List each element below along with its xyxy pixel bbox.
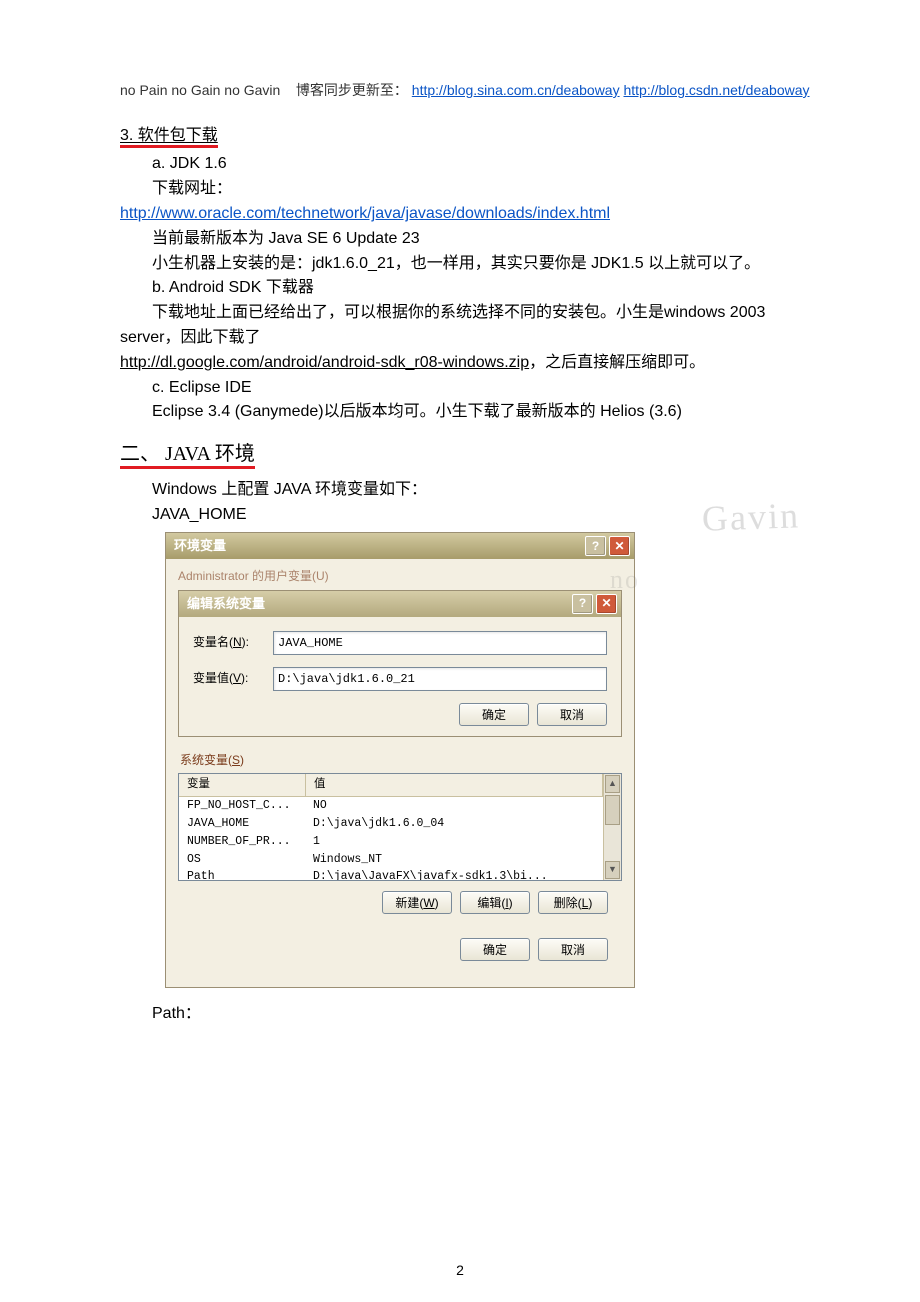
scroll-up-icon[interactable]: ▲ xyxy=(605,775,620,793)
para-current-version: 当前最新版本为 Java SE 6 Update 23 xyxy=(120,227,810,252)
outer-cancel-button[interactable]: 取消 xyxy=(538,938,608,961)
header-link-2[interactable]: http://blog.csdn.net/deaboway xyxy=(623,82,809,98)
item-c: c. Eclipse IDE xyxy=(120,376,810,401)
env-vars-title: 环境变量 xyxy=(174,536,226,556)
table-row[interactable]: PathD:\java\JavaFX\javafx-sdk1.3\bi... xyxy=(179,868,603,880)
system-vars-label: 系统变量(S) xyxy=(180,751,622,770)
close-icon[interactable]: ✕ xyxy=(596,594,617,614)
header-left: no Pain no Gain no Gavin xyxy=(120,82,280,98)
ok-button[interactable]: 确定 xyxy=(459,703,529,726)
new-button[interactable]: 新建(W) xyxy=(382,891,452,914)
section-java-title: 二、 JAVA 环境 xyxy=(120,443,255,469)
edit-sysvar-title: 编辑系统变量 xyxy=(187,594,265,614)
download-label: 下载网址： xyxy=(120,177,810,202)
para-sdk-url-line: http://dl.google.com/android/android-sdk… xyxy=(120,351,810,376)
para-sdk: 下载地址上面已经给出了，可以根据你的系统选择不同的安装包。小生是windows … xyxy=(120,301,810,351)
system-vars-list[interactable]: 变量 值 FP_NO_HOST_C...NOJAVA_HOMED:\java\j… xyxy=(178,773,622,881)
item-b: b. Android SDK 下载器 xyxy=(120,276,810,301)
env-vars-window: 环境变量 ? ✕ Administrator 的用户变量(U) 编辑系统变量 ?… xyxy=(165,532,635,988)
scrollbar[interactable]: ▲ ▼ xyxy=(603,774,621,880)
edit-button[interactable]: 编辑(I) xyxy=(460,891,530,914)
table-row[interactable]: OSWindows_NT xyxy=(179,851,603,869)
var-value-input[interactable] xyxy=(273,667,607,691)
java-env-line1: Windows 上配置 JAVA 环境变量如下： xyxy=(120,478,810,503)
table-row[interactable]: NUMBER_OF_PR...1 xyxy=(179,833,603,851)
item-a: a. JDK 1.6 xyxy=(120,152,810,177)
path-label: Path： xyxy=(120,1002,810,1027)
para-eclipse: Eclipse 3.4 (Ganymede)以后版本均可。小生下载了最新版本的 … xyxy=(120,400,810,425)
var-value-label: 变量值(V): xyxy=(193,669,273,688)
header-mid: 博客同步更新至： xyxy=(296,82,408,98)
table-row[interactable]: JAVA_HOMED:\java\jdk1.6.0_04 xyxy=(179,815,603,833)
java-env-line2: JAVA_HOME xyxy=(120,503,810,528)
header-link-1[interactable]: http://blog.sina.com.cn/deaboway xyxy=(412,82,620,98)
column-variable[interactable]: 变量 xyxy=(179,774,306,796)
scroll-down-icon[interactable]: ▼ xyxy=(605,861,620,879)
para-installed-version: 小生机器上安装的是：jdk1.6.0_21，也一样用，其实只要你是 JDK1.5… xyxy=(120,252,810,277)
edit-system-variable-window: 编辑系统变量 ? ✕ 变量名(N): 变量值(V): xyxy=(178,590,622,737)
page-number: 2 xyxy=(0,1260,920,1282)
var-name-label: 变量名(N): xyxy=(193,633,273,652)
scroll-thumb[interactable] xyxy=(605,795,620,825)
help-icon[interactable]: ? xyxy=(585,536,606,556)
section-3-title: 3. 软件包下载 xyxy=(120,127,218,148)
outer-ok-button[interactable]: 确定 xyxy=(460,938,530,961)
cancel-button[interactable]: 取消 xyxy=(537,703,607,726)
close-icon[interactable]: ✕ xyxy=(609,536,630,556)
delete-button[interactable]: 删除(L) xyxy=(538,891,608,914)
var-name-input[interactable] xyxy=(273,631,607,655)
table-row[interactable]: FP_NO_HOST_C...NO xyxy=(179,797,603,815)
help-icon[interactable]: ? xyxy=(572,594,593,614)
page-header: no Pain no Gain no Gavin 博客同步更新至： http:/… xyxy=(120,80,810,102)
column-value[interactable]: 值 xyxy=(306,774,603,796)
sdk-url[interactable]: http://dl.google.com/android/android-sdk… xyxy=(120,354,529,371)
user-vars-label: Administrator 的用户变量(U) xyxy=(178,567,622,586)
jdk-download-link[interactable]: http://www.oracle.com/technetwork/java/j… xyxy=(120,205,610,222)
